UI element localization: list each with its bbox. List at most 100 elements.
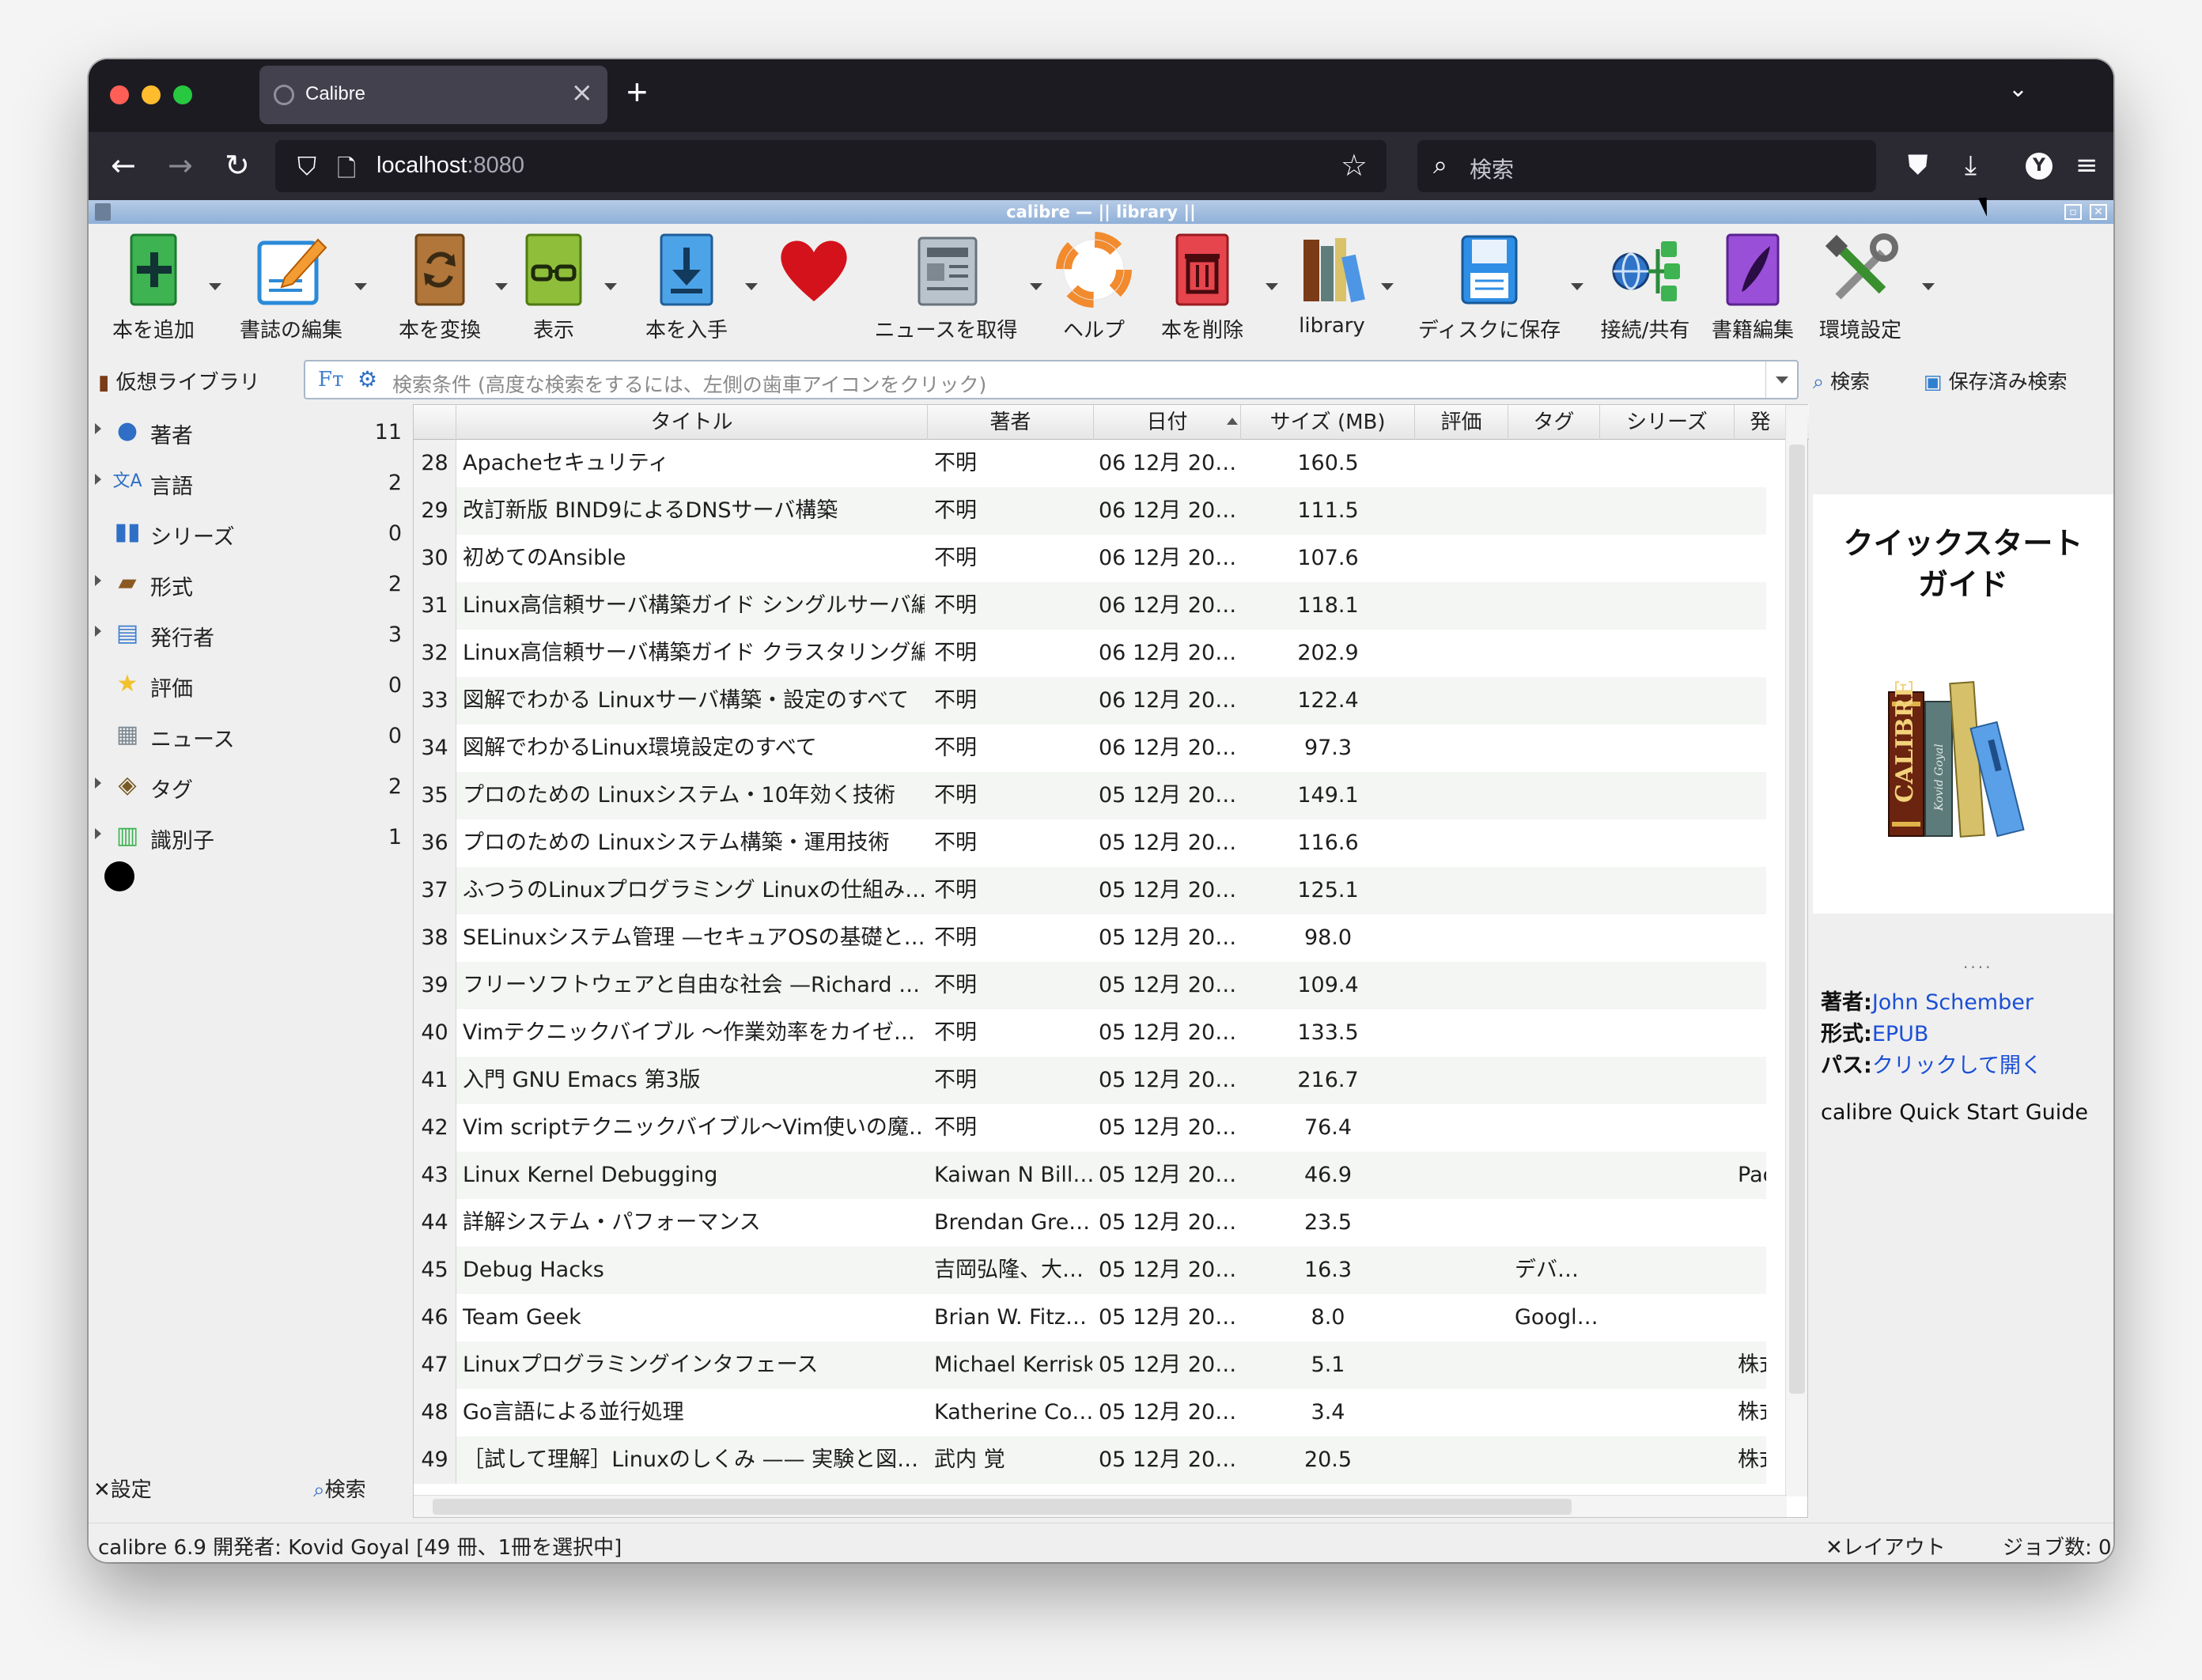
jobs-indicator[interactable]: ジョブ数: 0 bbox=[2003, 1531, 2112, 1561]
reload-icon[interactable]: ↻ bbox=[225, 148, 250, 183]
download-icon[interactable]: ⤓ bbox=[1965, 149, 1977, 181]
table-row[interactable]: 37 ふつうのLinuxプログラミング Linuxの仕組み… 不明 05 12月 20… bbox=[414, 867, 1766, 914]
category-rating[interactable]: ★ 評価 0 bbox=[89, 659, 411, 709]
expand-arrow-icon[interactable] bbox=[95, 474, 101, 485]
path-link[interactable]: クリックして開く bbox=[1872, 1054, 2042, 1078]
tab-close-icon[interactable]: × bbox=[571, 77, 594, 108]
book-cover[interactable]: クイックスタート ガイド CALIBRE Kovid Goyal bbox=[1813, 494, 2113, 914]
expand-arrow-icon[interactable] bbox=[95, 778, 101, 789]
library-search-input[interactable]: Fт ⚙ 検索条件 (高度な検索をするには、左側の歯車アイコンをクリック) bbox=[304, 360, 1799, 399]
bookmark-star-icon[interactable]: ☆ bbox=[1341, 148, 1368, 183]
browser-search-bar[interactable]: ⌕ 検索 bbox=[1417, 140, 1876, 192]
category-formats[interactable]: ▰ 形式 2 bbox=[89, 558, 411, 608]
save-to-disk-dropdown-icon[interactable] bbox=[1571, 283, 1583, 290]
table-row[interactable]: 34 図解でわかるLinux環境設定のすべて 不明 06 12月 20… 97.3 bbox=[414, 725, 1766, 772]
gear-icon[interactable]: ⚙ bbox=[358, 366, 377, 392]
get-books-dropdown-icon[interactable] bbox=[745, 283, 758, 290]
back-arrow-icon[interactable]: ← bbox=[111, 148, 136, 183]
layout-button[interactable]: ✕レイアウト bbox=[1826, 1531, 1946, 1561]
new-tab-button[interactable]: + bbox=[626, 70, 648, 113]
search-button[interactable]: ⌕ 検索 bbox=[1813, 366, 1870, 395]
fetch-news-button[interactable]: ニュースを取得 bbox=[867, 232, 1025, 343]
full-text-search-icon[interactable]: Fт bbox=[318, 368, 343, 392]
header-publisher[interactable]: 発 bbox=[1735, 405, 1787, 440]
zoom-window-button[interactable] bbox=[173, 85, 192, 104]
category-authors[interactable]: ● 著者 11 bbox=[89, 406, 411, 456]
table-row[interactable]: 38 SELinuxシステム管理 —セキュアOSの基礎と… 不明 05 12月 20…… bbox=[414, 914, 1766, 962]
category-series[interactable]: ▮▮ シリーズ 0 bbox=[89, 507, 411, 558]
view-button[interactable]: 表示 bbox=[516, 232, 592, 343]
remove-book-button[interactable]: 本を削除 bbox=[1156, 232, 1248, 343]
author-link[interactable]: John Schember bbox=[1872, 990, 2034, 1015]
saved-search-button[interactable]: ▣ 保存済み検索 bbox=[1924, 366, 2068, 395]
connect-share-button[interactable]: 接続/共有 bbox=[1590, 232, 1701, 343]
library-button[interactable]: library bbox=[1286, 232, 1378, 338]
donate-heart-button[interactable] bbox=[770, 232, 857, 314]
splitter-handle[interactable]: ···· bbox=[1963, 958, 1992, 977]
expand-arrow-icon[interactable] bbox=[95, 423, 101, 434]
table-row[interactable]: 46 Team Geek Brian W. Fitz… 05 12月 20… 8.0 Go… bbox=[414, 1294, 1766, 1341]
pocket-icon[interactable]: ⛊ bbox=[1908, 149, 1928, 181]
vertical-scroll-thumb[interactable] bbox=[1789, 445, 1805, 1394]
horizontal-scroll-thumb[interactable] bbox=[433, 1499, 1572, 1515]
get-books-button[interactable]: 本を入手 bbox=[638, 232, 736, 343]
table-row[interactable]: 48 Go言語による並行処理 Katherine Co… 05 12月 20… 3.4 株… bbox=[414, 1389, 1766, 1436]
table-row[interactable]: 41 入門 GNU Emacs 第3版 不明 05 12月 20… 216.7 bbox=[414, 1057, 1766, 1104]
table-row[interactable]: 28 Apacheセキュリティ 不明 06 12月 20… 160.5 bbox=[414, 440, 1766, 487]
expand-arrow-icon[interactable] bbox=[95, 828, 101, 839]
edit-metadata-button[interactable]: 書誌の編集 bbox=[228, 232, 354, 343]
header-title[interactable]: タイトル bbox=[456, 405, 928, 440]
category-identifiers[interactable]: ▥ 識別子 1 bbox=[89, 811, 411, 861]
fetch-news-dropdown-icon[interactable] bbox=[1030, 283, 1042, 290]
table-row[interactable]: 32 Linux高信頼サーバ構築ガイド クラスタリング編 不明 06 12月 20… 2… bbox=[414, 630, 1766, 677]
table-row[interactable]: 39 フリーソフトウェアと自由な社会 —Richard … 不明 05 12月 20…… bbox=[414, 962, 1766, 1009]
table-row[interactable]: 36 プロのための Linuxシステム構築・運用技術 不明 05 12月 20… 116… bbox=[414, 819, 1766, 867]
expand-arrow-icon[interactable] bbox=[95, 626, 101, 637]
category-publishers[interactable]: ▤ 発行者 3 bbox=[89, 608, 411, 659]
table-row[interactable]: 49 ［試して理解］Linuxのしくみ —— 実験と図… 武内 覚 05 12月 20… bbox=[414, 1436, 1766, 1484]
vertical-scrollbar[interactable] bbox=[1785, 405, 1807, 1496]
table-row[interactable]: 45 Debug Hacks 吉岡弘隆、大… 05 12月 20… 16.3 デバ… bbox=[414, 1247, 1766, 1294]
convert-book-button[interactable]: 本を変換 bbox=[386, 232, 494, 343]
table-row[interactable]: 44 詳解システム・パフォーマンス Brendan Gre… 05 12月 20… 23… bbox=[414, 1199, 1766, 1247]
restore-icon[interactable]: ▫ bbox=[2064, 204, 2082, 220]
table-row[interactable]: 29 改訂新版 BIND9によるDNSサーバ構築 不明 06 12月 20… 111.5 bbox=[414, 487, 1766, 535]
library-dropdown-icon[interactable] bbox=[1381, 283, 1394, 290]
forward-arrow-icon[interactable]: → bbox=[168, 148, 193, 183]
expand-arrow-icon[interactable] bbox=[95, 575, 101, 586]
preferences-button[interactable]: 環境設定 bbox=[1811, 232, 1909, 343]
header-size[interactable]: サイズ (MB) bbox=[1241, 405, 1415, 440]
header-rating[interactable]: 評価 bbox=[1415, 405, 1508, 440]
table-row[interactable]: 33 図解でわかる Linuxサーバ構築・設定のすべて 不明 06 12月 20… 12… bbox=[414, 677, 1766, 725]
url-text[interactable]: localhost:8080 bbox=[376, 153, 524, 179]
header-date[interactable]: 日付 bbox=[1094, 405, 1241, 440]
table-row[interactable]: 47 Linuxプログラミングインタフェース Michael Kerrisk 05 1… bbox=[414, 1341, 1766, 1389]
tag-browser-search-button[interactable]: ⌕検索 bbox=[313, 1474, 366, 1503]
help-button[interactable]: ヘルプ bbox=[1052, 232, 1136, 343]
table-row[interactable]: 42 Vim scriptテクニックバイブル～Vim使いの魔… 不明 05 12月 2… bbox=[414, 1104, 1766, 1152]
format-link[interactable]: EPUB bbox=[1872, 1022, 1929, 1046]
table-row[interactable]: 43 Linux Kernel Debugging Kaiwan N Bill… 05… bbox=[414, 1152, 1766, 1199]
table-row[interactable]: 40 Vimテクニックバイブル ～作業効率をカイゼ… 不明 05 12月 20… 133… bbox=[414, 1009, 1766, 1057]
edit-metadata-dropdown-icon[interactable] bbox=[354, 283, 367, 290]
browser-tab[interactable]: Calibre × bbox=[259, 66, 607, 124]
url-bar[interactable]: ⛉ 🗋 localhost:8080 ☆ bbox=[275, 140, 1387, 192]
horizontal-scrollbar[interactable] bbox=[414, 1495, 1787, 1517]
tag-browser-settings-button[interactable]: ✕設定 bbox=[93, 1474, 152, 1503]
account-avatar[interactable]: Y bbox=[2026, 153, 2053, 180]
menu-icon[interactable]: ≡ bbox=[2075, 149, 2098, 181]
table-row[interactable]: 31 Linux高信頼サーバ構築ガイド シングルサーバ編 不明 06 12月 20… 1… bbox=[414, 582, 1766, 630]
category-languages[interactable]: 文A 言語 2 bbox=[89, 456, 411, 507]
remove-book-dropdown-icon[interactable] bbox=[1266, 283, 1278, 290]
save-to-disk-button[interactable]: ディスクに保存 bbox=[1405, 232, 1574, 343]
tab-list-chevron-icon[interactable]: ⌄ bbox=[2008, 75, 2028, 103]
table-row[interactable]: 30 初めてのAnsible 不明 06 12月 20… 107.6 bbox=[414, 535, 1766, 582]
category-news[interactable]: ▦ ニュース 0 bbox=[89, 709, 411, 760]
edit-book-button[interactable]: 書籍編集 bbox=[1708, 232, 1797, 343]
category-tags[interactable]: ◈ タグ 2 bbox=[89, 760, 411, 811]
view-dropdown-icon[interactable] bbox=[604, 283, 617, 290]
header-author[interactable]: 著者 bbox=[928, 405, 1094, 440]
add-book-dropdown-icon[interactable] bbox=[209, 283, 221, 290]
virtual-library-button[interactable]: ▮ 仮想ライブラリ bbox=[98, 366, 260, 395]
preferences-dropdown-icon[interactable] bbox=[1922, 283, 1935, 290]
